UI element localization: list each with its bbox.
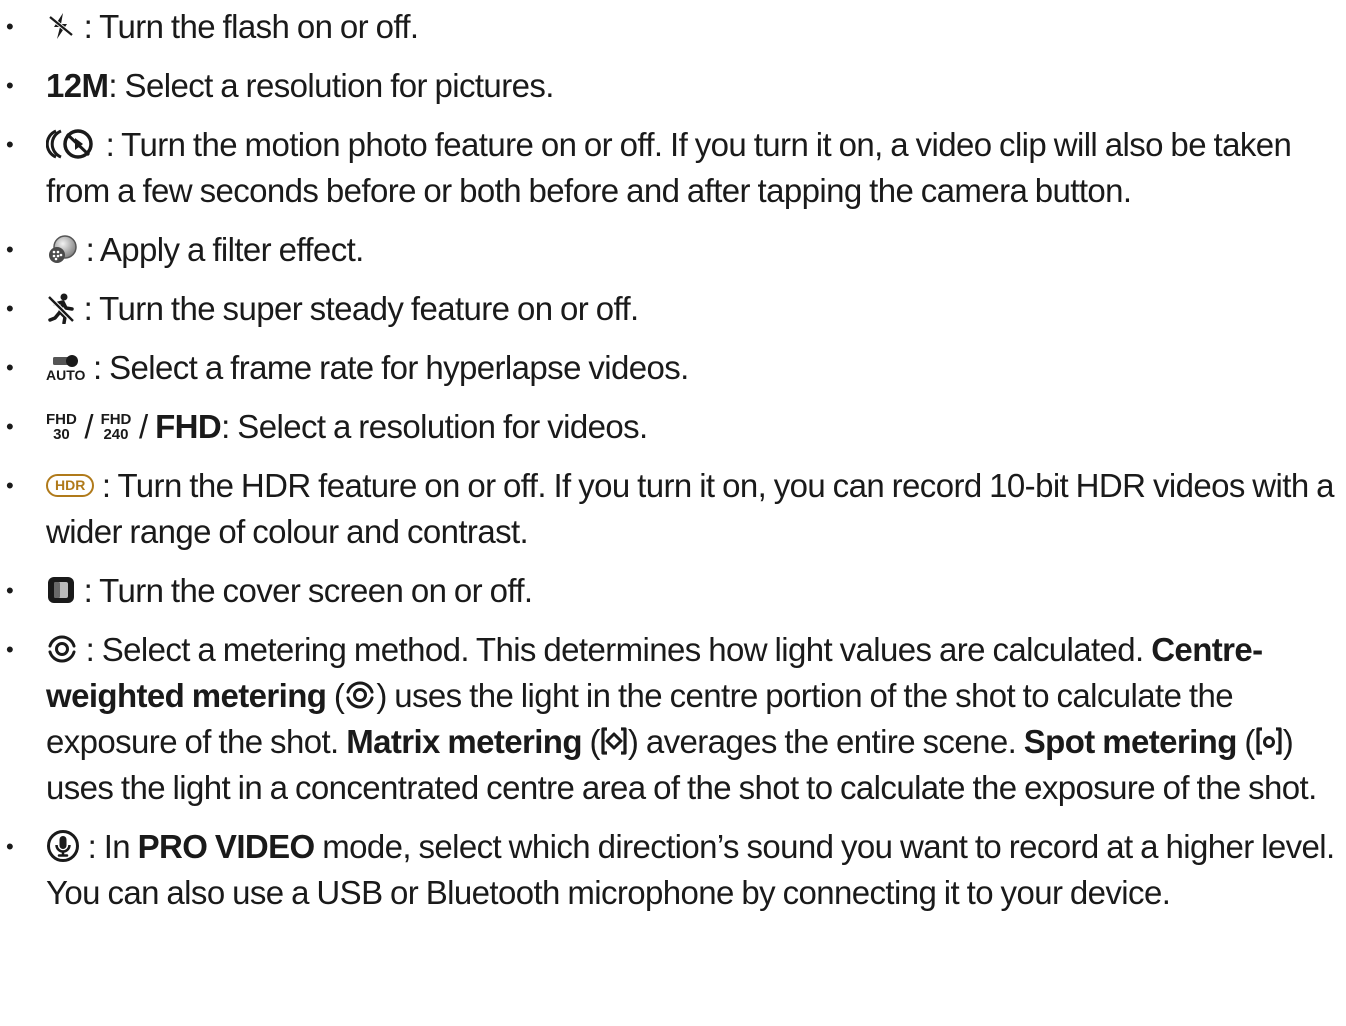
resolution-label: 12M: [46, 67, 109, 104]
camera-options-list: : Turn the flash on or off. 12M: Select …: [0, 4, 1346, 916]
spot-label: Spot metering: [1023, 723, 1238, 760]
super-steady-icon: [46, 292, 76, 325]
open-paren: (: [589, 723, 601, 760]
open-paren: (: [1244, 723, 1255, 760]
resolution-description: : Select a resolution for pictures.: [108, 67, 554, 104]
list-item-hdr: HDR : Turn the HDR feature on or off. If…: [0, 463, 1346, 555]
manual-page: : Turn the flash on or off. 12M: Select …: [0, 4, 1346, 1026]
fhd-240-icon: FHD 240: [101, 412, 132, 442]
motion-photo-icon: [46, 127, 98, 161]
list-item-cover-screen: : Turn the cover screen on or off.: [0, 568, 1346, 614]
fhd-30-icon: FHD 30: [46, 412, 77, 442]
microphone-icon: [46, 829, 80, 863]
open-paren: (: [333, 677, 345, 714]
cover-screen-description: : Turn the cover screen on or off.: [83, 572, 534, 609]
filter-description: : Apply a filter effect.: [85, 231, 365, 268]
hdr-description: : Turn the HDR feature on or off. If you…: [46, 467, 1335, 550]
hyperlapse-icon-text: AUTO: [46, 367, 86, 384]
hyperlapse-frame-rate-icon: AUTO: [46, 354, 85, 382]
fhd-label: FHD: [155, 408, 222, 445]
matrix-label: Matrix metering: [346, 723, 582, 760]
pro-video-label: PRO VIDEO: [137, 828, 316, 865]
list-item-video-resolution: FHD 30 / FHD 240 / FHD: Select a resolut…: [0, 404, 1346, 450]
centre-weighted-metering-icon: [344, 679, 376, 711]
audio-text-before: : In: [87, 828, 131, 865]
matrix-metering-icon: [600, 725, 628, 757]
cover-screen-icon: [46, 575, 76, 605]
fhd-240-icon-bottom: 240: [103, 426, 129, 444]
fhd-30-icon-bottom: 30: [53, 426, 70, 444]
separator: /: [84, 408, 93, 445]
filter-icon: [46, 234, 78, 264]
super-steady-description: : Turn the super steady feature on or of…: [83, 290, 640, 327]
video-resolution-description: : Select a resolution for videos.: [221, 408, 648, 445]
metering-icon: [46, 633, 78, 665]
list-item-resolution: 12M: Select a resolution for pictures.: [0, 63, 1346, 109]
list-item-metering: : Select a metering method. This determi…: [0, 627, 1346, 811]
motion-photo-description: : Turn the motion photo feature on or of…: [46, 126, 1292, 209]
flash-off-icon: [46, 11, 76, 41]
spot-metering-icon: [1255, 725, 1283, 757]
flash-description: : Turn the flash on or off.: [83, 8, 420, 45]
hdr-icon: HDR: [46, 473, 95, 497]
list-item-super-steady: : Turn the super steady feature on or of…: [0, 286, 1346, 332]
metering-description: : Select a metering method. This determi…: [85, 631, 1145, 668]
list-item-hyperlapse-frame-rate: AUTO : Select a frame rate for hyperlaps…: [0, 345, 1346, 391]
hyperlapse-description: : Select a frame rate for hyperlapse vid…: [93, 349, 689, 386]
list-item-flash: : Turn the flash on or off.: [0, 4, 1346, 50]
list-item-motion-photo: : Turn the motion photo feature on or of…: [0, 122, 1346, 214]
list-item-audio-direction: : In PRO VIDEO mode, select which direct…: [0, 824, 1346, 916]
separator: /: [138, 408, 148, 445]
matrix-text: ) averages the entire scene.: [627, 723, 1017, 760]
list-item-filter: : Apply a filter effect.: [0, 227, 1346, 273]
